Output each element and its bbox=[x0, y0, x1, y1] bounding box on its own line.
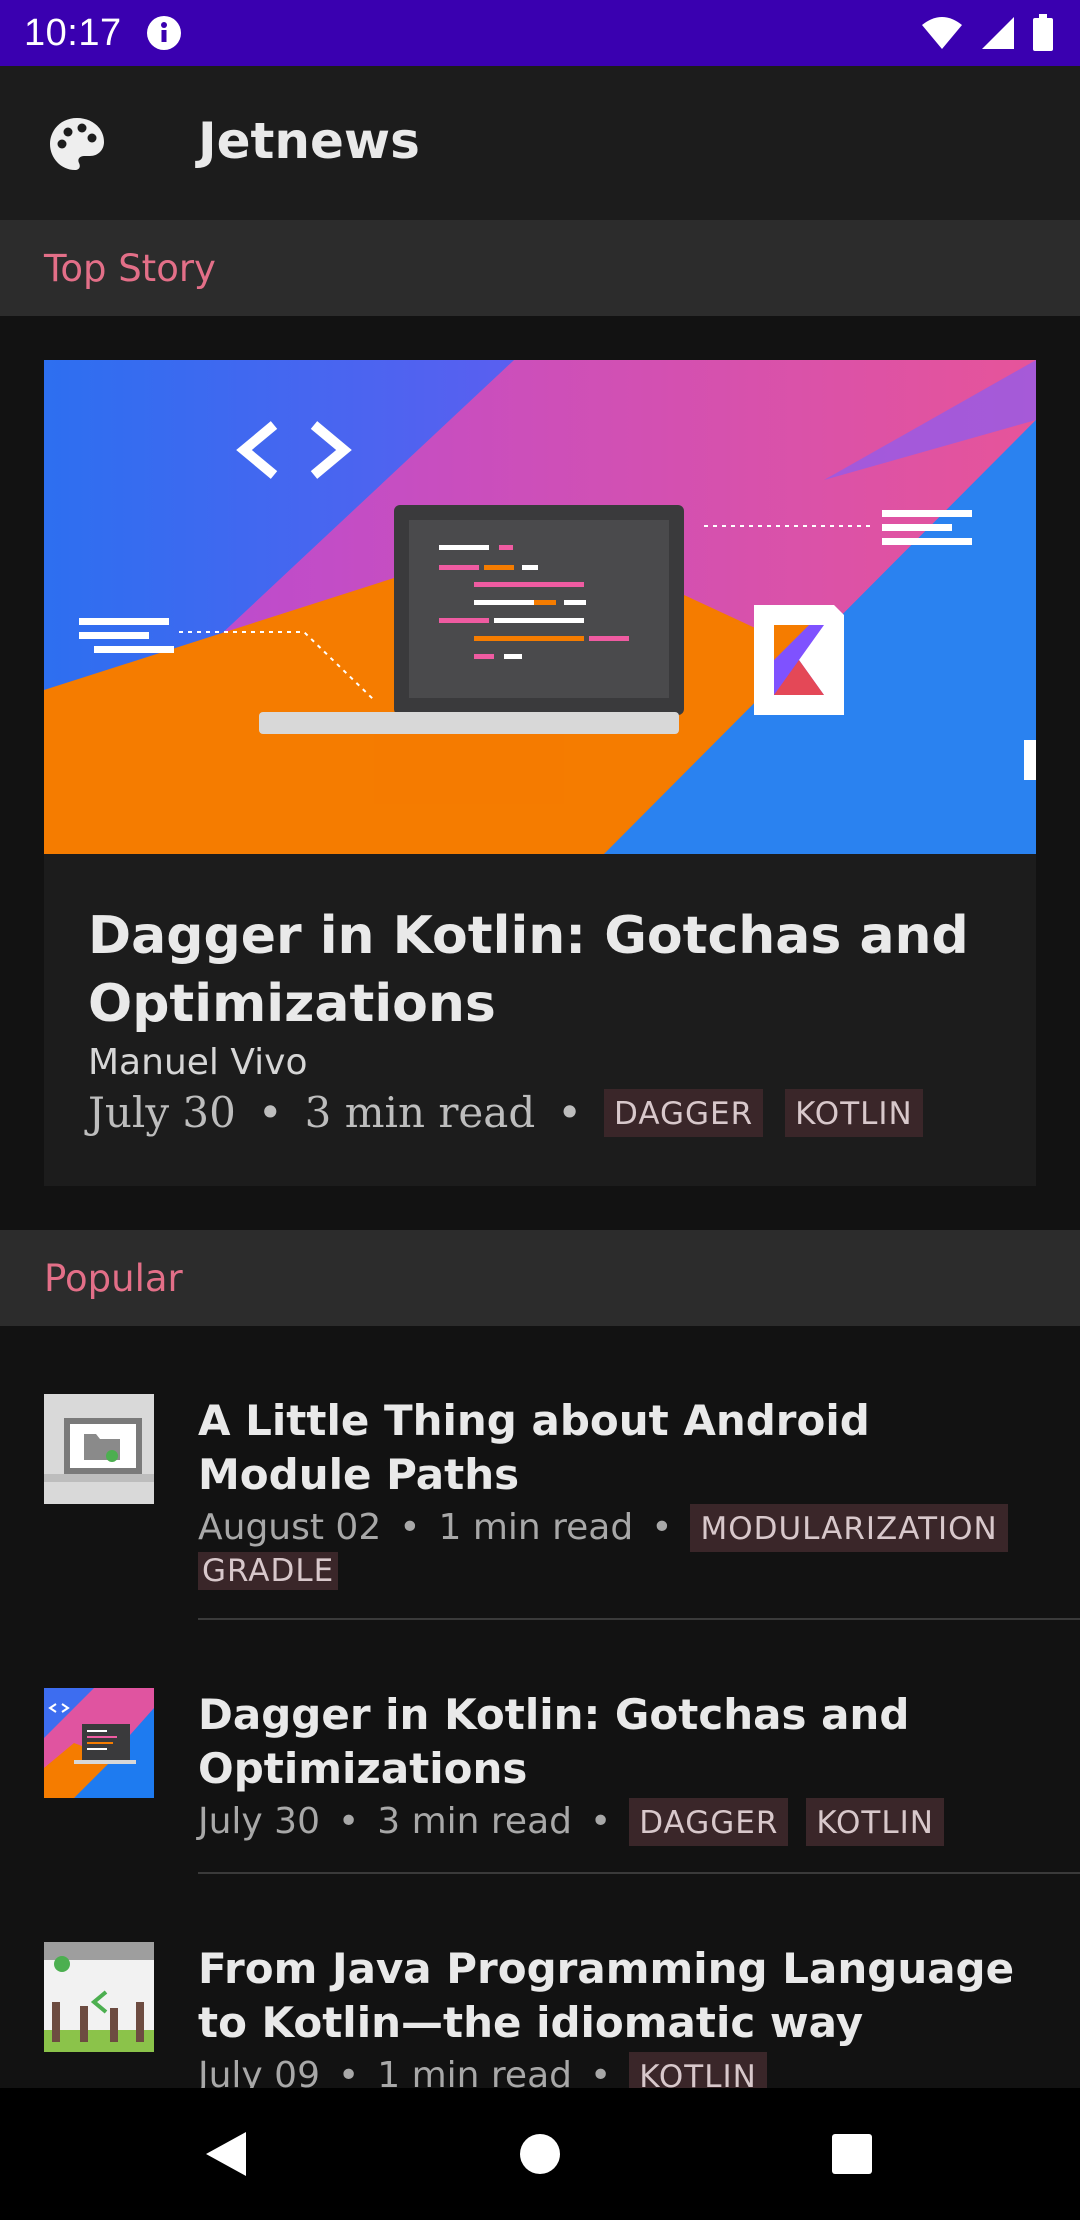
signal-icon bbox=[982, 17, 1014, 49]
section-label: Popular bbox=[44, 1256, 183, 1300]
post-thumbnail bbox=[44, 1942, 154, 2052]
post-meta: July 09 • 1 min read • KOTLIN bbox=[198, 2052, 1048, 2088]
tag-chip[interactable]: DAGGER bbox=[604, 1088, 764, 1137]
post-date: July 09 bbox=[198, 2055, 320, 2088]
app-title: Jetnews bbox=[198, 112, 420, 170]
wifi-icon bbox=[922, 17, 962, 49]
status-time: 10:17 bbox=[24, 11, 122, 54]
tag-chip[interactable]: GRADLE bbox=[198, 1552, 339, 1590]
top-story-card[interactable]: Dagger in Kotlin: Gotchas and Optimizati… bbox=[44, 360, 1036, 1186]
section-header-popular: Popular bbox=[0, 1230, 1080, 1326]
post-meta-tags: GRADLE bbox=[198, 1552, 1048, 1590]
tag-chip[interactable]: DAGGER bbox=[629, 1798, 789, 1846]
info-icon bbox=[146, 16, 181, 50]
post-thumbnail bbox=[44, 1688, 154, 1798]
tag-chip[interactable]: KOTLIN bbox=[629, 2052, 767, 2088]
tag-chip[interactable]: KOTLIN bbox=[806, 1798, 944, 1846]
top-story-title[interactable]: Dagger in Kotlin: Gotchas and Optimizati… bbox=[88, 902, 1008, 1038]
section-header-top-story: Top Story bbox=[0, 220, 1080, 316]
top-story-meta: July 30 • 3 min read • DAGGER KOTLIN bbox=[88, 1088, 1008, 1137]
list-divider bbox=[198, 1618, 1080, 1620]
post-title[interactable]: Dagger in Kotlin: Gotchas and Optimizati… bbox=[198, 1688, 1048, 1796]
battery-icon bbox=[1033, 14, 1053, 51]
post-read-time: 3 min read bbox=[377, 1801, 572, 1842]
post-title[interactable]: A Little Thing about Android Module Path… bbox=[198, 1394, 1048, 1502]
meta-separator: • bbox=[589, 1801, 612, 1842]
list-divider bbox=[198, 1872, 1080, 1874]
post-date: July 30 bbox=[88, 1088, 236, 1137]
navigation-bar bbox=[0, 2088, 1080, 2220]
post-thumbnail bbox=[44, 1394, 154, 1504]
section-label: Top Story bbox=[44, 246, 216, 290]
meta-separator: • bbox=[399, 1507, 421, 1548]
post-meta: July 30 • 3 min read • DAGGER KOTLIN bbox=[198, 1798, 1048, 1846]
meta-separator: • bbox=[651, 1507, 673, 1548]
meta-separator: • bbox=[257, 1088, 283, 1137]
post-meta: August 02 • 1 min read • MODULARIZATION bbox=[198, 1504, 1048, 1552]
overview-icon[interactable] bbox=[826, 2128, 878, 2180]
tag-chip[interactable]: KOTLIN bbox=[785, 1088, 923, 1137]
tag-chip[interactable]: MODULARIZATION bbox=[690, 1504, 1008, 1552]
post-read-time: 1 min read bbox=[438, 1507, 634, 1548]
post-read-time: 1 min read bbox=[377, 2055, 572, 2088]
status-bar: 10:17 bbox=[0, 0, 1080, 66]
post-read-time: 3 min read bbox=[304, 1088, 536, 1137]
meta-separator: • bbox=[338, 1801, 360, 1842]
post-title[interactable]: From Java Programming Language to Kotlin… bbox=[198, 1942, 1048, 2050]
back-icon[interactable] bbox=[200, 2128, 252, 2180]
list-item[interactable]: From Java Programming Language to Kotlin… bbox=[0, 1918, 1080, 2088]
post-date: August 02 bbox=[198, 1507, 382, 1548]
hero-image bbox=[44, 360, 1036, 854]
meta-separator: • bbox=[589, 2055, 612, 2088]
home-icon[interactable] bbox=[514, 2128, 566, 2180]
app-bar: Jetnews bbox=[0, 66, 1080, 220]
meta-separator: • bbox=[557, 1088, 582, 1137]
post-date: July 30 bbox=[198, 1801, 320, 1842]
meta-separator: • bbox=[338, 2055, 360, 2088]
palette-icon[interactable] bbox=[48, 116, 106, 174]
top-story-author: Manuel Vivo bbox=[88, 1042, 308, 1083]
